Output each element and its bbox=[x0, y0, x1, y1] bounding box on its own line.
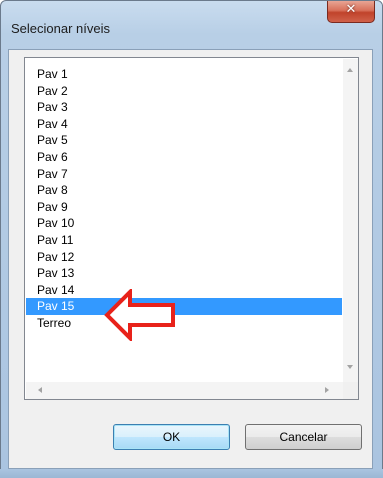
chevron-down-icon[interactable] bbox=[347, 365, 353, 369]
list-item[interactable]: Pav 5 bbox=[26, 132, 342, 149]
list-item[interactable]: Pav 10 bbox=[26, 215, 342, 232]
levels-listbox[interactable]: Pav 1 Pav 2 Pav 3 Pav 4 Pav 5 Pav 6 Pav … bbox=[24, 57, 359, 400]
window-bottom-frame bbox=[0, 469, 383, 478]
scrollbar-corner bbox=[343, 382, 358, 399]
list-item[interactable]: Pav 3 bbox=[26, 99, 342, 116]
list-item[interactable]: Pav 6 bbox=[26, 149, 342, 166]
close-icon: ✕ bbox=[345, 2, 357, 17]
list-item[interactable]: Terreo bbox=[26, 315, 342, 332]
list-item-selected[interactable]: Pav 15 bbox=[26, 298, 342, 315]
list-item[interactable]: Pav 7 bbox=[26, 166, 342, 183]
vertical-scrollbar[interactable] bbox=[343, 59, 358, 382]
annotation-arrow-shape bbox=[104, 289, 175, 341]
list-item[interactable]: Pav 9 bbox=[26, 199, 342, 216]
list-item[interactable]: Pav 12 bbox=[26, 249, 342, 266]
chevron-left-icon[interactable] bbox=[38, 387, 42, 393]
chevron-right-icon[interactable] bbox=[325, 387, 329, 393]
levels-list: Pav 1 Pav 2 Pav 3 Pav 4 Pav 5 Pav 6 Pav … bbox=[26, 66, 342, 332]
list-item[interactable]: Pav 11 bbox=[26, 232, 342, 249]
window-title: Selecionar níveis bbox=[11, 21, 110, 36]
chevron-up-icon[interactable] bbox=[347, 68, 353, 72]
horizontal-scrollbar[interactable] bbox=[26, 382, 343, 399]
list-item[interactable]: Pav 8 bbox=[26, 182, 342, 199]
list-item[interactable]: Pav 1 bbox=[26, 66, 342, 83]
ok-button[interactable]: OK bbox=[113, 424, 230, 450]
list-item[interactable]: Pav 4 bbox=[26, 116, 342, 133]
list-item[interactable]: Pav 2 bbox=[26, 83, 342, 100]
arrow-left-icon bbox=[104, 289, 175, 341]
list-item[interactable]: Pav 13 bbox=[26, 265, 342, 282]
list-item[interactable]: Pav 14 bbox=[26, 282, 342, 299]
close-button[interactable]: ✕ bbox=[327, 1, 375, 23]
cancel-button[interactable]: Cancelar bbox=[245, 424, 362, 450]
